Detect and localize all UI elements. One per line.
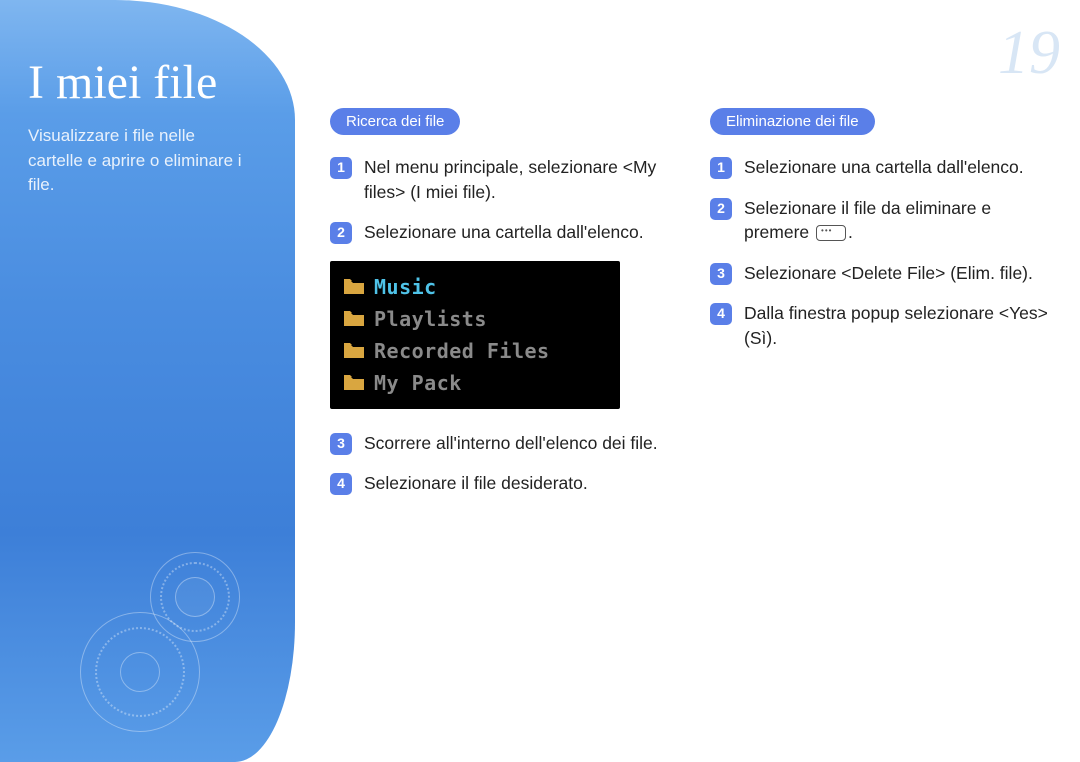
delete-step-3: 3 Selezionare <Delete File> (Elim. file)…	[710, 261, 1050, 286]
sidebar: I miei file Visualizzare i file nelle ca…	[0, 0, 295, 762]
heading-search-files: Ricerca dei file	[330, 108, 460, 135]
search-step-4: 4 Selezionare il file desiderato.	[330, 471, 670, 496]
search-step-2: 2 Selezionare una cartella dall'elenco.	[330, 220, 670, 245]
folder-icon	[344, 343, 364, 358]
folder-icon	[344, 311, 364, 326]
step-text: Selezionare il file desiderato.	[364, 471, 670, 496]
search-step-1: 1 Nel menu principale, selezionare <My f…	[330, 155, 670, 204]
step-number-icon: 2	[330, 222, 352, 244]
column-delete-files: Eliminazione dei file 1 Selezionare una …	[710, 108, 1050, 512]
folder-icon	[344, 279, 364, 294]
step-number-icon: 3	[710, 263, 732, 285]
device-folder-label: Music	[374, 275, 437, 299]
step-text: Selezionare il file da eliminare e preme…	[744, 196, 1050, 245]
step-number-icon: 3	[330, 433, 352, 455]
delete-step-2: 2 Selezionare il file da eliminare e pre…	[710, 196, 1050, 245]
search-step-3: 3 Scorrere all'interno dell'elenco dei f…	[330, 431, 670, 456]
step-text: Scorrere all'interno dell'elenco dei fil…	[364, 431, 670, 456]
step-number-icon: 1	[710, 157, 732, 179]
device-folder-label: Recorded Files	[374, 339, 550, 363]
device-screen-mock: Music Playlists Recorded Files My Pack	[330, 261, 620, 409]
heading-delete-files: Eliminazione dei file	[710, 108, 875, 135]
page-number: 19	[998, 18, 1060, 89]
device-folder-playlists: Playlists	[344, 303, 606, 335]
step-text: Selezionare una cartella dall'elenco.	[744, 155, 1050, 180]
main-content: Ricerca dei file 1 Nel menu principale, …	[330, 108, 1050, 512]
folder-icon	[344, 375, 364, 390]
device-folder-label: Playlists	[374, 307, 487, 331]
step-number-icon: 2	[710, 198, 732, 220]
delete-step-1: 1 Selezionare una cartella dall'elenco.	[710, 155, 1050, 180]
device-folder-label: My Pack	[374, 371, 462, 395]
device-folder-music: Music	[344, 271, 606, 303]
step-text: Dalla finestra popup selezionare <Yes> (…	[744, 301, 1050, 350]
page-title: I miei file	[28, 55, 267, 110]
step-number-icon: 4	[710, 303, 732, 325]
page-description: Visualizzare i file nelle cartelle e apr…	[28, 124, 248, 198]
column-search-files: Ricerca dei file 1 Nel menu principale, …	[330, 108, 670, 512]
step-text: Nel menu principale, selezionare <My fil…	[364, 155, 670, 204]
menu-key-icon	[816, 225, 846, 241]
device-folder-recorded: Recorded Files	[344, 335, 606, 367]
step-number-icon: 1	[330, 157, 352, 179]
step-text: Selezionare una cartella dall'elenco.	[364, 220, 670, 245]
device-folder-mypack: My Pack	[344, 367, 606, 399]
decorative-circles	[120, 522, 320, 722]
delete-step-4: 4 Dalla finestra popup selezionare <Yes>…	[710, 301, 1050, 350]
step-text: Selezionare <Delete File> (Elim. file).	[744, 261, 1050, 286]
step-number-icon: 4	[330, 473, 352, 495]
